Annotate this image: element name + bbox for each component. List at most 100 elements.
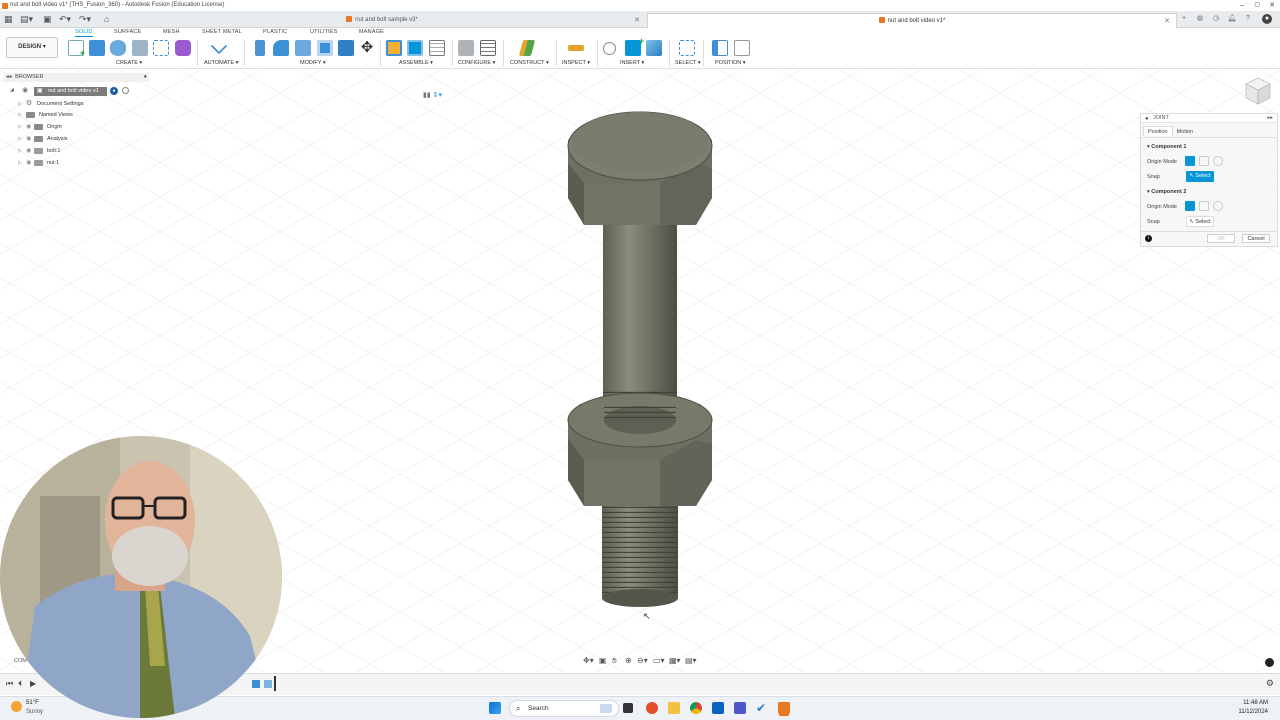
measure-icon[interactable]: [568, 45, 584, 51]
weather-temp[interactable]: 51°F: [26, 700, 39, 706]
browser-item-bolt[interactable]: ▷ ◉ bolt:1: [18, 146, 60, 157]
teams-icon[interactable]: [734, 702, 746, 714]
component1-heading[interactable]: ▾ Component 1: [1147, 144, 1186, 150]
browser-root-node[interactable]: ▣ nut and bolt video v1: [34, 87, 107, 96]
create-group-label[interactable]: CREATE ▾: [116, 60, 142, 66]
select-icon[interactable]: [679, 40, 695, 56]
configuration-table-icon[interactable]: [480, 40, 496, 56]
zoom-icon[interactable]: ⊕: [625, 656, 632, 665]
minimize-window-icon[interactable]: –: [1240, 0, 1244, 11]
todo-icon[interactable]: ✔: [756, 702, 768, 714]
browser-pin-icon[interactable]: ●: [144, 73, 147, 82]
origin-mode-simple-button[interactable]: [1185, 201, 1195, 211]
component1-select-button[interactable]: ↖ Select: [1186, 171, 1214, 182]
brave-browser-icon[interactable]: [646, 702, 658, 714]
job-status-icon[interactable]: ◷: [1211, 14, 1221, 24]
create-sketch-icon[interactable]: +: [68, 40, 85, 58]
browser-item-named-views[interactable]: ▷ Named Views: [18, 110, 73, 121]
joint-icon[interactable]: [407, 40, 423, 56]
configure-group-label[interactable]: CONFIGURE ▾: [458, 60, 495, 66]
modify-group-label[interactable]: MODIFY ▾: [300, 60, 326, 66]
bolt-head[interactable]: [567, 111, 713, 225]
clock-date[interactable]: 11/12/2024: [1238, 709, 1268, 715]
offset-plane-icon[interactable]: [518, 40, 536, 56]
viewports-icon[interactable]: ▤▾: [685, 656, 697, 665]
position-group-label[interactable]: POSITION ▾: [715, 60, 746, 66]
ok-button[interactable]: OK: [1207, 234, 1235, 243]
hole-icon[interactable]: [132, 40, 148, 56]
clock-time[interactable]: 11:48 AM: [1243, 700, 1268, 706]
browser-item-analysis[interactable]: ▷ ◉ Analysis: [18, 134, 67, 145]
root-expand-icon[interactable]: ◢: [10, 87, 14, 93]
inspect-group-label[interactable]: INSPECT ▾: [562, 60, 590, 66]
browser-item-nut[interactable]: ▷ ◉ nut:1: [18, 158, 59, 169]
visibility-eye-icon[interactable]: ◉: [26, 134, 34, 145]
automate-group-label[interactable]: AUTOMATE ▾: [204, 60, 238, 66]
browser-item-document-settings[interactable]: ▷ ⚙ Document Settings: [18, 98, 83, 109]
undo-icon[interactable]: ↶▾: [59, 14, 71, 24]
close-tab-icon[interactable]: ✕: [1164, 14, 1170, 29]
extensions-icon[interactable]: ◍: [1195, 14, 1205, 24]
redo-icon[interactable]: ↷▾: [79, 14, 91, 24]
assemble-group-label[interactable]: ASSEMBLE ▾: [399, 60, 433, 66]
cancel-button[interactable]: Cancel: [1242, 234, 1270, 243]
bolt-and-nut-model[interactable]: [560, 108, 720, 613]
user-avatar-icon[interactable]: ●: [1262, 14, 1272, 24]
origin-mode-between-button[interactable]: [1199, 156, 1209, 166]
outlook-icon[interactable]: [712, 702, 724, 714]
browser-header[interactable]: ◂◂ BROWSER ●: [4, 73, 149, 82]
automate-icon[interactable]: [210, 37, 228, 55]
insert-group-label[interactable]: INSERT ▾: [620, 60, 644, 66]
app-grid-icon[interactable]: ▦: [4, 14, 13, 24]
origin-mode-two-faces-button[interactable]: [1213, 201, 1223, 211]
fusion-taskbar-icon[interactable]: [778, 702, 790, 714]
new-component-icon[interactable]: [386, 40, 402, 56]
pan-icon[interactable]: ✋︎: [612, 656, 617, 666]
root-radio-icon[interactable]: [122, 87, 129, 94]
configure-icon[interactable]: [458, 40, 474, 56]
expand-arrow-icon[interactable]: ▷: [18, 146, 26, 157]
look-at-icon[interactable]: ▣: [599, 656, 607, 665]
info-icon[interactable]: i: [1145, 235, 1152, 242]
chamfer-icon[interactable]: [295, 40, 311, 56]
expand-arrow-icon[interactable]: ▷: [18, 110, 26, 121]
origin-mode-between-button[interactable]: [1199, 201, 1209, 211]
orbit-icon[interactable]: ✥▾: [583, 656, 594, 665]
root-visibility-icon[interactable]: ◉: [22, 86, 28, 94]
expand-dialog-icon[interactable]: ▸▸: [1267, 114, 1273, 123]
tab-sheet-metal[interactable]: SHEET METAL: [202, 29, 242, 35]
bolt-lower-thread[interactable]: [602, 506, 678, 607]
play-icon[interactable]: ▶: [30, 679, 36, 688]
chat-icon[interactable]: [1265, 658, 1274, 667]
tab-utilities[interactable]: UTILITIES: [310, 29, 337, 35]
timeline-feature-icon[interactable]: [252, 680, 260, 688]
expand-arrow-icon[interactable]: ▷: [18, 99, 26, 110]
save-icon[interactable]: ▣: [43, 14, 52, 24]
capture-position-icon[interactable]: [712, 40, 728, 56]
tab-surface[interactable]: SURFACE: [114, 29, 141, 35]
new-tab-icon[interactable]: +: [1179, 14, 1189, 24]
visibility-eye-icon[interactable]: ◉: [26, 122, 34, 133]
collapse-icon[interactable]: ◂◂: [6, 74, 12, 80]
taskbar-search[interactable]: ⌕ Search: [509, 700, 619, 717]
insert-mesh-icon[interactable]: +: [625, 36, 644, 56]
windows-start-icon[interactable]: [489, 702, 501, 714]
zoom-window-icon[interactable]: ⊖▾: [637, 656, 648, 665]
help-icon[interactable]: ?: [1243, 14, 1253, 24]
tab-motion[interactable]: Motion: [1173, 127, 1198, 137]
task-view-icon[interactable]: [623, 703, 633, 713]
component2-select-button[interactable]: ↖ Select: [1186, 216, 1214, 227]
weather-icon[interactable]: [11, 701, 22, 712]
bolt-shaft[interactable]: [603, 213, 677, 403]
home-icon[interactable]: ⌂: [104, 14, 109, 24]
notifications-icon[interactable]: 🔔︎: [1227, 14, 1237, 24]
revert-position-icon[interactable]: [734, 40, 750, 56]
expand-arrow-icon[interactable]: ▷: [18, 158, 26, 169]
close-tab-icon[interactable]: ✕: [634, 13, 640, 28]
construct-group-label[interactable]: CONSTRUCT ▾: [510, 60, 549, 66]
origin-mode-two-faces-button[interactable]: [1213, 156, 1223, 166]
timeline-feature-icon[interactable]: [264, 680, 272, 688]
file-explorer-icon[interactable]: [668, 702, 680, 714]
insert-derive-icon[interactable]: [603, 42, 616, 55]
select-group-label[interactable]: SELECT ▾: [675, 60, 701, 66]
